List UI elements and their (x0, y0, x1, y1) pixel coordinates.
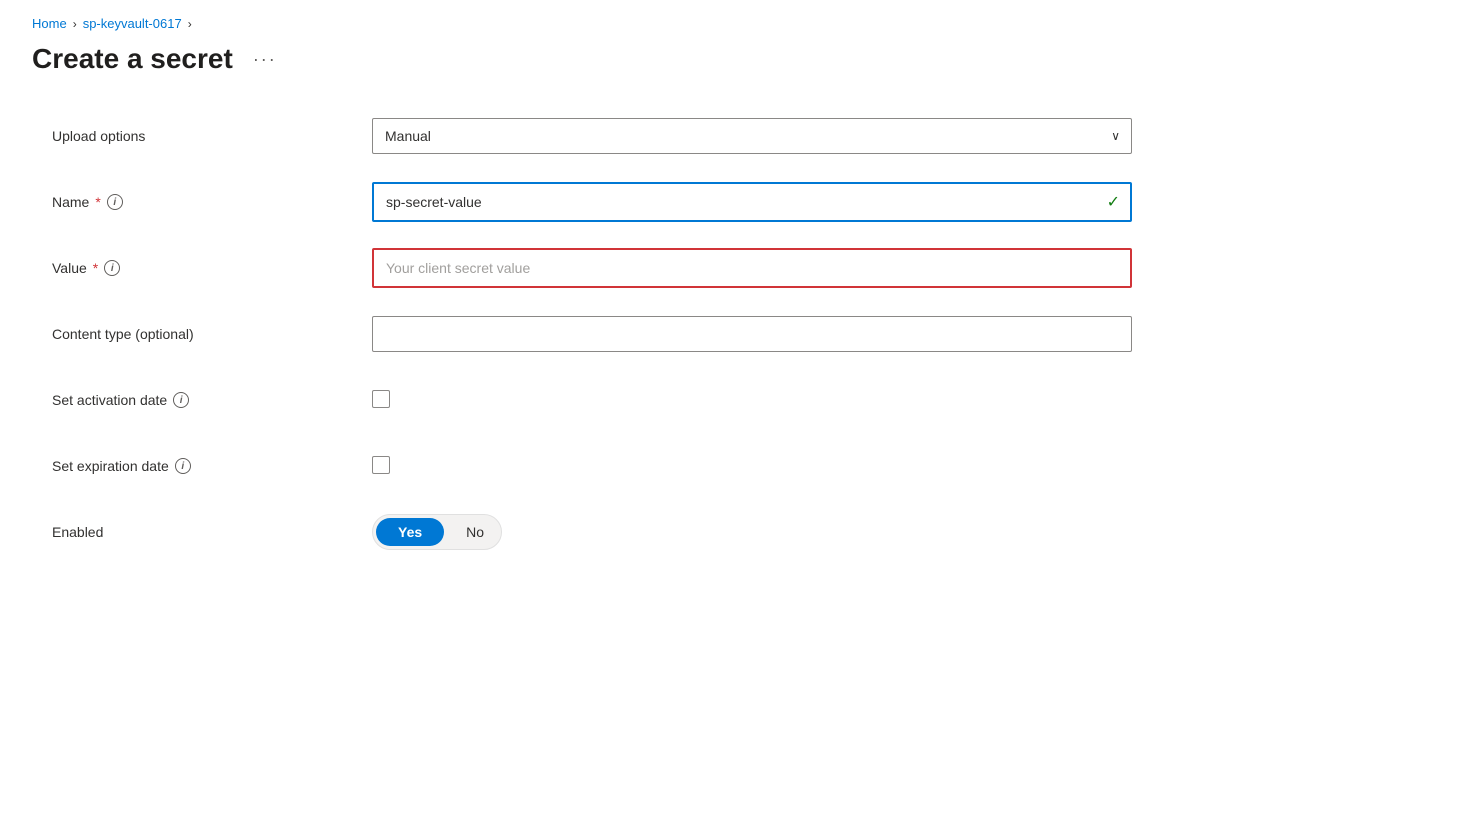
breadcrumb-keyvault[interactable]: sp-keyvault-0617 (83, 16, 182, 31)
expiration-date-checkbox[interactable] (372, 456, 390, 474)
activation-info-icon[interactable]: i (173, 392, 189, 408)
content-type-control (372, 316, 1132, 352)
enabled-toggle: Yes No (372, 514, 502, 550)
checkmark-icon: ✓ (1107, 192, 1120, 212)
breadcrumb-sep-2: › (188, 17, 192, 31)
enabled-row: Enabled Yes No (52, 511, 1132, 553)
upload-options-control: Manual ∨ (372, 118, 1132, 154)
content-type-label: Content type (optional) (52, 326, 372, 342)
breadcrumb-home[interactable]: Home (32, 16, 67, 31)
name-label: Name * i (52, 194, 372, 210)
content-type-row: Content type (optional) (52, 313, 1132, 355)
value-label: Value * i (52, 260, 372, 276)
name-row: Name * i ✓ (52, 181, 1132, 223)
name-control: ✓ (372, 182, 1132, 222)
name-info-icon[interactable]: i (107, 194, 123, 210)
page-title: Create a secret (32, 43, 233, 75)
upload-options-select[interactable]: Manual (372, 118, 1132, 154)
upload-options-row: Upload options Manual ∨ (52, 115, 1132, 157)
breadcrumb: Home › sp-keyvault-0617 › (32, 16, 1432, 31)
content-type-input[interactable] (372, 316, 1132, 352)
more-options-button[interactable]: ··· (245, 45, 285, 74)
toggle-no-button[interactable]: No (444, 518, 506, 546)
activation-date-label: Set activation date i (52, 392, 372, 408)
name-input[interactable] (374, 184, 1130, 220)
activation-date-control (372, 390, 1132, 411)
create-secret-form: Upload options Manual ∨ Name * i (32, 115, 1132, 553)
value-input[interactable] (374, 250, 1130, 286)
upload-options-label: Upload options (52, 128, 372, 144)
toggle-yes-button[interactable]: Yes (376, 518, 444, 546)
enabled-control: Yes No (372, 514, 1132, 550)
value-input-wrapper (372, 248, 1132, 288)
name-required-star: * (95, 194, 100, 210)
expiration-info-icon[interactable]: i (175, 458, 191, 474)
value-control (372, 248, 1132, 288)
expiration-date-control (372, 456, 1132, 477)
page-header: Create a secret ··· (32, 43, 1432, 75)
expiration-date-row: Set expiration date i (52, 445, 1132, 487)
name-input-wrapper: ✓ (372, 182, 1132, 222)
breadcrumb-sep-1: › (73, 17, 77, 31)
value-info-icon[interactable]: i (104, 260, 120, 276)
enabled-label: Enabled (52, 524, 372, 540)
activation-date-checkbox[interactable] (372, 390, 390, 408)
upload-options-select-wrapper: Manual ∨ (372, 118, 1132, 154)
value-row: Value * i (52, 247, 1132, 289)
activation-date-row: Set activation date i (52, 379, 1132, 421)
expiration-date-label: Set expiration date i (52, 458, 372, 474)
value-required-star: * (93, 260, 98, 276)
